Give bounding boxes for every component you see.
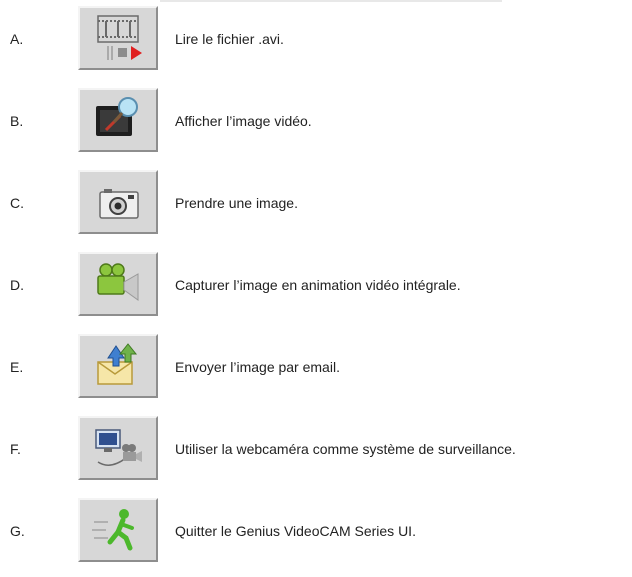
list-item: E. Envoyer l’image par email. bbox=[0, 334, 632, 400]
list-item: F. Utiliser la webcaméra comme système d… bbox=[0, 416, 632, 482]
item-letter: B. bbox=[10, 113, 24, 129]
play-avi-icon bbox=[97, 15, 142, 60]
exit-button[interactable] bbox=[78, 498, 158, 562]
list-item: A. Lire le fichier .avi. bbox=[0, 6, 632, 72]
take-picture-button[interactable] bbox=[78, 170, 158, 234]
item-description: Envoyer l’image par email. bbox=[175, 359, 340, 375]
item-description: Prendre une image. bbox=[175, 195, 298, 211]
top-divider bbox=[160, 0, 502, 2]
item-letter: E. bbox=[10, 359, 24, 375]
item-description: Capturer l’image en animation vidéo inté… bbox=[175, 277, 461, 293]
list-item: G. Quitter le Genius VideoCAM Series UI. bbox=[0, 498, 632, 564]
item-description: Lire le fichier .avi. bbox=[175, 31, 284, 47]
surveillance-icon bbox=[95, 429, 142, 466]
item-description: Quitter le Genius VideoCAM Series UI. bbox=[175, 523, 416, 539]
list-item: D. Capturer l’image en animation vidéo i… bbox=[0, 252, 632, 318]
item-letter: D. bbox=[10, 277, 24, 293]
item-letter: A. bbox=[10, 31, 24, 47]
video-preview-button[interactable] bbox=[78, 88, 158, 152]
video-preview-icon bbox=[96, 97, 138, 136]
play-avi-button[interactable] bbox=[78, 6, 158, 70]
item-description: Afficher l’image vidéo. bbox=[175, 113, 312, 129]
email-button[interactable] bbox=[78, 334, 158, 398]
exit-icon bbox=[92, 509, 134, 551]
surveillance-button[interactable] bbox=[78, 416, 158, 480]
item-description: Utiliser la webcaméra comme système de s… bbox=[175, 441, 516, 457]
item-letter: G. bbox=[10, 523, 25, 539]
item-letter: F. bbox=[10, 441, 21, 457]
list-item: B. Afficher l’image vidéo. bbox=[0, 88, 632, 154]
capture-video-button[interactable] bbox=[78, 252, 158, 316]
item-letter: C. bbox=[10, 195, 24, 211]
camera-icon bbox=[99, 189, 139, 219]
list-item: C. Prendre une image. bbox=[0, 170, 632, 236]
email-icon bbox=[97, 343, 138, 385]
video-camera-icon bbox=[97, 263, 139, 301]
